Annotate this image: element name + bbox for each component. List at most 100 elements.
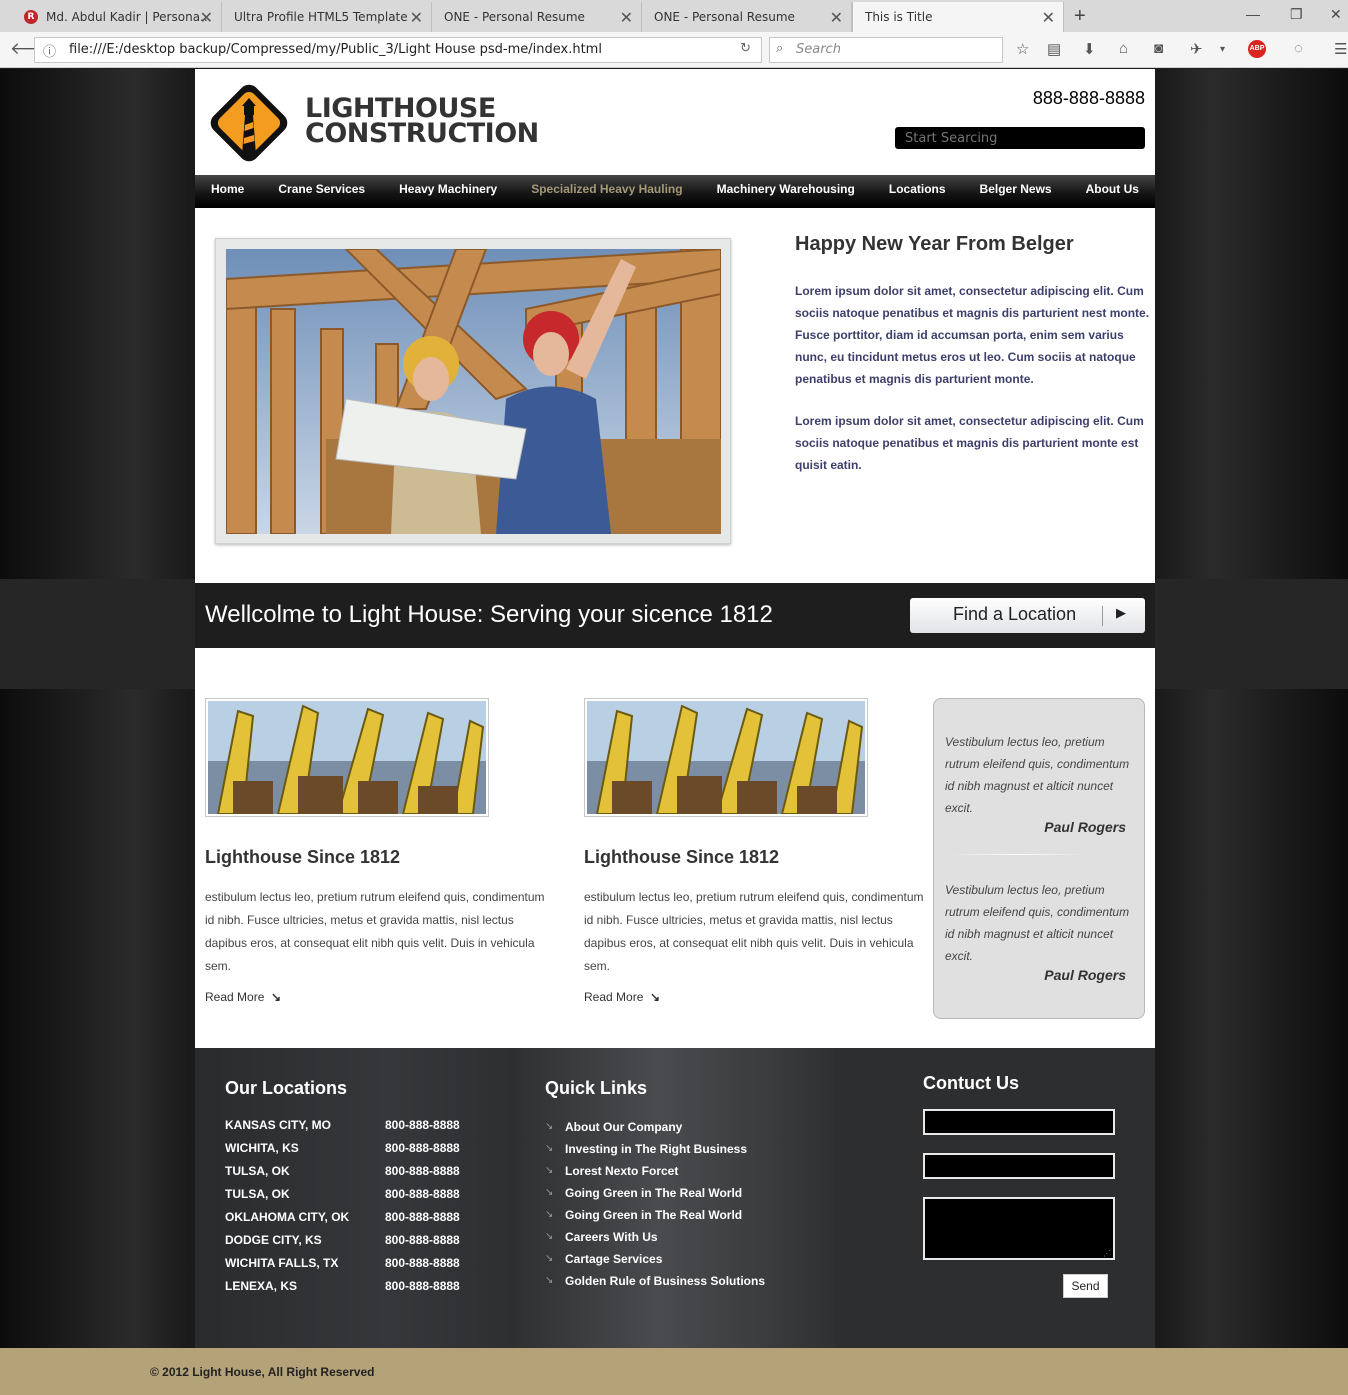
nav-locations[interactable]: Locations bbox=[889, 175, 946, 208]
link-arrow-icon: ↘ bbox=[545, 1209, 554, 1220]
home-icon[interactable]: ⌂ bbox=[1119, 40, 1128, 57]
nav-machinery-warehousing[interactable]: Machinery Warehousing bbox=[717, 175, 855, 208]
play-arrow-icon: ▶ bbox=[1116, 605, 1126, 620]
menu-icon[interactable]: ☰ bbox=[1334, 40, 1347, 58]
header-phone: 888-888-8888 bbox=[1032, 88, 1145, 108]
close-tab-icon[interactable]: ✕ bbox=[200, 8, 213, 27]
testimonial-divider bbox=[948, 854, 1088, 855]
column-title: Lighthouse Since 1812 bbox=[205, 847, 401, 867]
resize-grip-icon[interactable]: ⋰ bbox=[1103, 1249, 1111, 1258]
quick-link[interactable]: Lorest Nexto Forcet bbox=[565, 1164, 678, 1178]
browser-search-input[interactable]: ⌕ Search bbox=[769, 37, 1003, 63]
url-bar[interactable]: ⓘ file:///E:/desktop backup/Compressed/m… bbox=[34, 37, 762, 63]
read-more-link[interactable]: Read More ↘ bbox=[205, 990, 281, 1004]
excavators-photo bbox=[208, 701, 486, 815]
link-arrow-icon: ↘ bbox=[545, 1275, 554, 1286]
footer-locations-title: Our Locations bbox=[225, 1078, 348, 1098]
location-phone: 800-888-8888 bbox=[385, 1187, 460, 1201]
lighthouse-logo[interactable] bbox=[205, 80, 293, 166]
main-nav: Home Crane Services Heavy Machinery Spec… bbox=[195, 175, 1155, 208]
contact-message-textarea[interactable]: ⋰ bbox=[923, 1197, 1115, 1260]
read-more-link[interactable]: Read More ↘ bbox=[584, 990, 660, 1004]
bookmark-star-icon[interactable]: ☆ bbox=[1016, 40, 1029, 58]
dropdown-icon[interactable]: ▾ bbox=[1220, 44, 1225, 55]
info-icon: ⓘ bbox=[43, 45, 57, 60]
location-phone: 800-888-8888 bbox=[385, 1118, 460, 1132]
site-header: LIGHTHOUSE CONSTRUCTION 888-888-8888 bbox=[195, 69, 1155, 175]
browser-tab-active[interactable]: This is Title ✕ bbox=[852, 2, 1064, 32]
quick-link[interactable]: Investing in The Right Business bbox=[565, 1142, 747, 1156]
browser-tab-strip: R Md. Abdul Kadir | Persona... ✕ Ultra Pro… bbox=[0, 0, 1348, 32]
location-phone: 800-888-8888 bbox=[385, 1210, 460, 1224]
browser-tab[interactable]: Ultra Profile HTML5 Template ✕ bbox=[222, 2, 432, 32]
excavators-photo bbox=[587, 701, 865, 815]
hero-image-frame bbox=[215, 238, 731, 544]
site-footer: Our Locations KANSAS CITY, MO 800-888-888… bbox=[195, 1048, 1155, 1348]
tab-title: ONE - Personal Resume bbox=[654, 10, 795, 24]
send-button[interactable]: Send bbox=[1063, 1274, 1108, 1298]
footer-contact-title: Contuct Us bbox=[923, 1073, 1019, 1093]
browser-tab[interactable]: ONE - Personal Resume ✕ bbox=[642, 2, 852, 32]
location-city: TULSA, OK bbox=[225, 1187, 290, 1201]
arrow-down-right-icon: ↘ bbox=[646, 990, 661, 1004]
browser-tab[interactable]: R Md. Abdul Kadir | Persona... ✕ bbox=[12, 2, 222, 32]
find-location-button[interactable]: Find a Location ▶ bbox=[910, 598, 1145, 633]
close-tab-icon[interactable]: ✕ bbox=[410, 8, 423, 27]
testimonials-box: Vestibulum lectus leo, pretium rutrum el… bbox=[933, 698, 1145, 1019]
excavator-image bbox=[584, 698, 868, 817]
close-window-icon[interactable]: ✕ bbox=[1330, 6, 1342, 23]
hero-construction-photo bbox=[226, 249, 721, 534]
new-tab-icon[interactable]: + bbox=[1074, 5, 1086, 28]
pocket-icon[interactable]: ◙ bbox=[1154, 40, 1163, 57]
quick-link[interactable]: About Our Company bbox=[565, 1120, 682, 1134]
close-tab-icon[interactable]: ✕ bbox=[830, 8, 843, 27]
contact-email-input[interactable] bbox=[923, 1153, 1115, 1179]
location-phone: 800-888-8888 bbox=[385, 1164, 460, 1178]
site-container: LIGHTHOUSE CONSTRUCTION 888-888-8888 Hom… bbox=[195, 69, 1155, 1348]
close-tab-icon[interactable]: ✕ bbox=[620, 8, 633, 27]
adblock-icon[interactable]: ABP bbox=[1248, 40, 1266, 58]
browser-tab[interactable]: ONE - Personal Resume ✕ bbox=[432, 2, 642, 32]
tab-title: This is Title bbox=[865, 10, 933, 24]
extension-icon[interactable]: ✈ bbox=[1190, 40, 1203, 58]
site-search-input[interactable] bbox=[895, 127, 1145, 149]
link-arrow-icon: ↘ bbox=[545, 1165, 554, 1176]
location-city: LENEXA, KS bbox=[225, 1279, 298, 1293]
location-phone: 800-888-8888 bbox=[385, 1141, 460, 1155]
location-city: WICHITA FALLS, TX bbox=[225, 1256, 339, 1270]
nav-heavy-machinery[interactable]: Heavy Machinery bbox=[399, 175, 497, 208]
close-tab-icon[interactable]: ✕ bbox=[1042, 8, 1055, 27]
reading-list-icon[interactable]: ▤ bbox=[1047, 40, 1061, 58]
testimonial-quote: Vestibulum lectus leo, pretium rutrum el… bbox=[945, 735, 1130, 815]
nav-about-us[interactable]: About Us bbox=[1086, 175, 1139, 208]
sync-icon[interactable]: ◌ bbox=[1294, 40, 1303, 57]
tab-title: Md. Abdul Kadir | Persona... bbox=[46, 10, 212, 24]
nav-home[interactable]: Home bbox=[211, 175, 244, 208]
hero-heading: Happy New Year From Belger bbox=[795, 233, 1074, 255]
nav-specialized-heavy-hauling[interactable]: Specialized Heavy Hauling bbox=[531, 175, 682, 208]
download-icon[interactable]: ⬇ bbox=[1083, 40, 1096, 58]
quick-link[interactable]: Going Green in The Real World bbox=[565, 1208, 742, 1222]
testimonial-author: Paul Rogers bbox=[1044, 967, 1126, 983]
location-city: OKLAHOMA CITY, OK bbox=[225, 1210, 350, 1224]
quick-link[interactable]: Going Green in The Real World bbox=[565, 1186, 742, 1200]
contact-name-input[interactable] bbox=[923, 1109, 1115, 1135]
quick-link[interactable]: Cartage Services bbox=[565, 1252, 662, 1266]
reload-icon[interactable]: ↻ bbox=[740, 41, 751, 56]
browser-toolbar: 🡐 ⓘ file:///E:/desktop backup/Compressed… bbox=[0, 32, 1348, 68]
footer-links-title: Quick Links bbox=[545, 1078, 648, 1098]
link-arrow-icon: ↘ bbox=[545, 1253, 554, 1264]
location-city: WICHITA, KS bbox=[225, 1141, 299, 1155]
nav-crane-services[interactable]: Crane Services bbox=[278, 175, 365, 208]
link-arrow-icon: ↘ bbox=[545, 1187, 554, 1198]
quick-link[interactable]: Golden Rule of Business Solutions bbox=[565, 1274, 765, 1288]
hero-paragraph: Lorem ipsum dolor sit amet, consectetur … bbox=[795, 284, 1150, 386]
minimize-icon[interactable]: — bbox=[1246, 6, 1260, 22]
welcome-text: Wellcolme to Light House: Serving your s… bbox=[205, 601, 773, 628]
copyright-text: © 2012 Light House, All Right Reserved bbox=[150, 1365, 375, 1379]
arrow-down-right-icon: ↘ bbox=[267, 990, 282, 1004]
restore-icon[interactable]: ❐ bbox=[1290, 6, 1303, 23]
nav-belger-news[interactable]: Belger News bbox=[980, 175, 1052, 208]
tab-title: Ultra Profile HTML5 Template bbox=[234, 10, 408, 24]
quick-link[interactable]: Careers With Us bbox=[565, 1230, 658, 1244]
